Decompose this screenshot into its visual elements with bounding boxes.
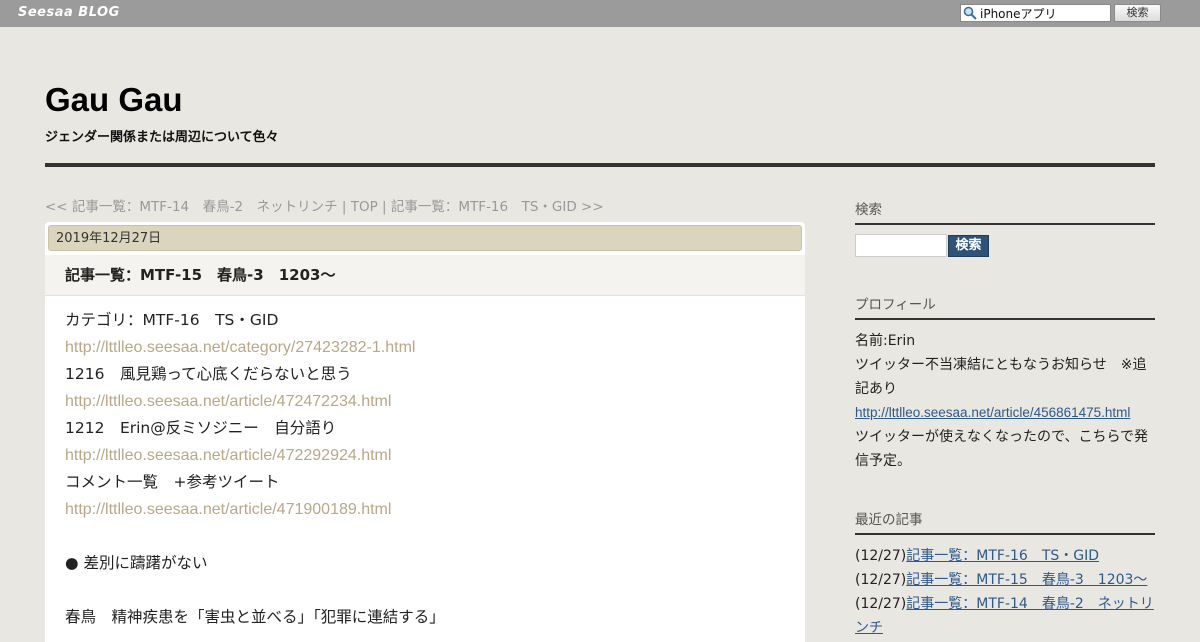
profile-notice: ツイッター不当凍結にともなうお知らせ ※追記あり [855, 357, 1147, 397]
entry-link[interactable]: http://lttlleo.seesaa.net/article/472472… [65, 393, 391, 410]
header-divider [45, 163, 1155, 167]
top-search-input[interactable] [980, 5, 1108, 21]
entry-text-line [65, 523, 785, 550]
blog-title[interactable]: Gau Gau [45, 80, 183, 120]
recent-article-date: (12/27) [855, 572, 907, 588]
entry-body: カテゴリ：MTF-16 TS・GID http://lttlleo.seesaa.… [65, 307, 785, 631]
profile-note: ツイッターが使えなくなったので、こちらで発信予定。 [855, 429, 1149, 469]
nav-separator: | [377, 199, 391, 215]
sidebar-search-input[interactable] [855, 234, 947, 257]
recent-article-link[interactable]: 記事一覧：MTF-16 TS・GID [906, 548, 1099, 564]
entry-title-bar: 記事一覧：MTF-15 春鳥-3 1203～ [45, 255, 805, 296]
recent-article-link[interactable]: 記事一覧：MTF-15 春鳥-3 1203～ [906, 572, 1147, 588]
entry-date-bar: 2019年12月27日 [48, 225, 802, 251]
recent-article-item: (12/27)記事一覧：MTF-14 春鳥-2 ネットリンチ [855, 592, 1155, 640]
entry-text-line: 春鳥 精神疾患を「害虫と並べる」「犯罪に連結する」 [65, 608, 445, 626]
entry-link-line: http://lttlleo.seesaa.net/article/472472… [65, 388, 785, 415]
sidebar-profile-heading: プロフィール [855, 296, 1155, 320]
sidebar-profile: 名前:Erin ツイッター不当凍結にともなうお知らせ ※追記あり http://… [855, 329, 1155, 473]
search-icon [963, 6, 977, 20]
sidebar-search-button[interactable]: 検索 [948, 235, 989, 257]
prev-article-link[interactable]: << 記事一覧：MTF-14 春鳥-2 ネットリンチ [45, 199, 338, 215]
article-navigation: << 記事一覧：MTF-14 春鳥-2 ネットリンチ | TOP | 記事一覧：… [45, 198, 604, 216]
nav-separator: | [337, 199, 351, 215]
entry-link-line: http://lttlleo.seesaa.net/category/27423… [65, 334, 785, 361]
top-search-box[interactable] [960, 4, 1111, 22]
entry-text-line: 1212 Erin@反ミソジニー 自分語り [65, 419, 337, 437]
seesaa-blog-logo[interactable]: Seesaa BLOG [18, 5, 120, 20]
profile-notice-link[interactable]: http://lttlleo.seesaa.net/article/456861… [855, 405, 1130, 420]
entry-text-line [65, 577, 785, 604]
recent-articles-list: (12/27)記事一覧：MTF-16 TS・GID (12/27)記事一覧：MTF… [855, 544, 1155, 640]
entry-link[interactable]: http://lttlleo.seesaa.net/article/472292… [65, 447, 391, 464]
entry-link[interactable]: http://lttlleo.seesaa.net/category/27423… [65, 339, 415, 356]
entry-link-line: http://lttlleo.seesaa.net/article/472292… [65, 442, 785, 469]
top-search-button[interactable]: 検索 [1114, 4, 1161, 22]
recent-article-item: (12/27)記事一覧：MTF-16 TS・GID [855, 544, 1155, 568]
blog-entry: 2019年12月27日 記事一覧：MTF-15 春鳥-3 1203～ カテゴリ：… [45, 222, 805, 642]
next-article-link[interactable]: 記事一覧：MTF-16 TS・GID >> [391, 199, 604, 215]
sidebar-search-heading: 検索 [855, 201, 1155, 225]
sidebar-recent-heading: 最近の記事 [855, 511, 1155, 535]
entry-link[interactable]: http://lttlleo.seesaa.net/article/471900… [65, 501, 391, 518]
entry-text-line: コメント一覧 +参考ツイート [65, 473, 280, 491]
entry-text-line: カテゴリ：MTF-16 TS・GID [65, 311, 279, 329]
recent-article-date: (12/27) [855, 596, 907, 612]
entry-title[interactable]: 記事一覧：MTF-15 春鳥-3 1203～ [65, 265, 335, 285]
recent-article-item: (12/27)記事一覧：MTF-15 春鳥-3 1203～ [855, 568, 1155, 592]
recent-article-date: (12/27) [855, 548, 907, 564]
entry-link-line: http://lttlleo.seesaa.net/article/471900… [65, 496, 785, 523]
blog-description: ジェンダー関係または周辺について色々 [45, 130, 279, 145]
entry-date: 2019年12月27日 [56, 231, 162, 246]
top-bar: Seesaa BLOG 検索 [0, 0, 1200, 27]
profile-name: 名前:Erin [855, 333, 916, 349]
entry-text-line: 1216 風見鶏って心底くだらないと思う [65, 365, 352, 383]
entry-text-line: ● 差別に躊躇がない [65, 554, 208, 572]
top-link[interactable]: TOP [351, 199, 378, 215]
